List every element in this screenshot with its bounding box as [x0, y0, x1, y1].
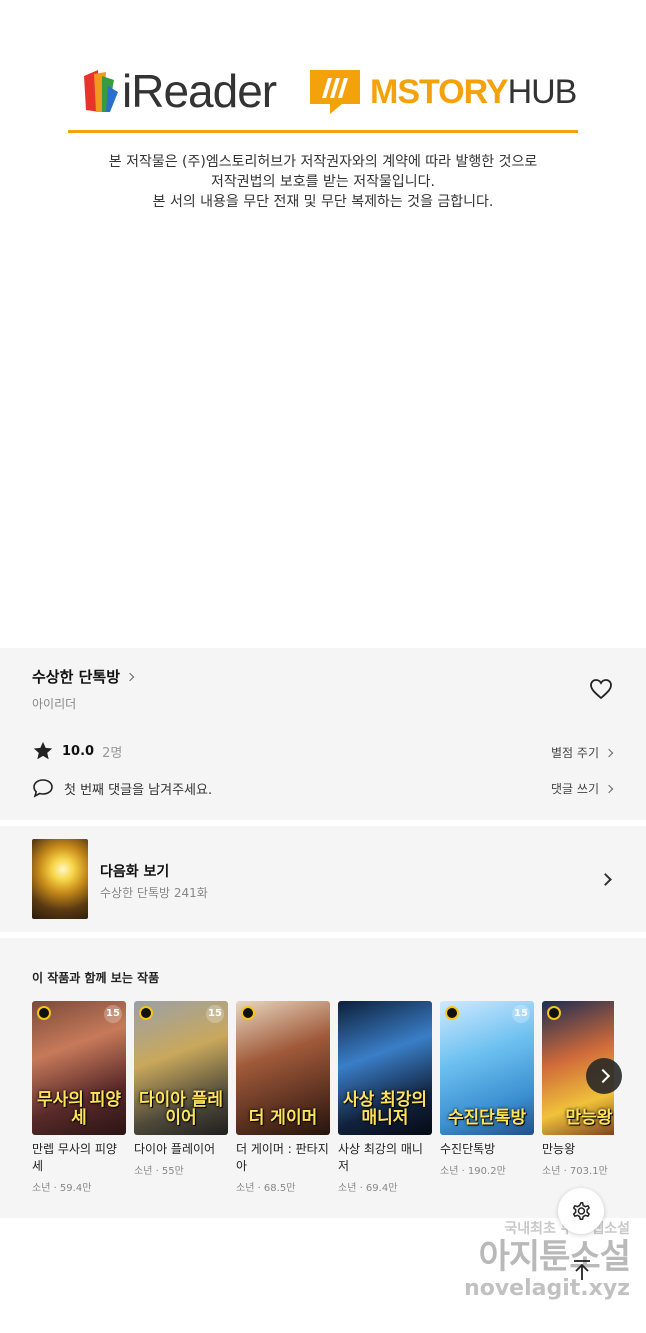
work-author: 아이리더	[32, 697, 77, 711]
work-title-link[interactable]: 수상한 단톡방	[32, 666, 135, 687]
recommendation-card[interactable]: 15 무사의 피양세 만렙 무사의 피양세 소년 · 59.4만	[32, 1001, 126, 1194]
card-meta: 소년 · 59.4만	[32, 1183, 92, 1194]
cover-image: 15 무사의 피양세	[32, 1001, 126, 1135]
rate-button-label: 별점 주기	[551, 746, 599, 760]
card-title: 다이아 플레이어	[134, 1142, 216, 1156]
clock-icon	[547, 1006, 561, 1020]
cover-title: 만능왕	[565, 1108, 613, 1128]
copyright-line: 본 저작물은 (주)엠스토리허브가 저작권자와의 계약에 따라 발행한 것으로	[108, 154, 538, 170]
age-badge: 15	[512, 1005, 530, 1023]
clock-icon	[139, 1006, 153, 1020]
work-info-section: 수상한 단톡방 아이리더 10.0 2명 별점 주기 첫 번째 댓글을 남겨주세…	[0, 648, 646, 820]
cover-image: 사상 최강의 매니저	[338, 1001, 432, 1135]
cover-image: 15 수진단톡방	[440, 1001, 534, 1135]
copyright-line: 저작권법의 보호를 받는 저작물입니다.	[211, 174, 435, 190]
mstoryhub-wordmark-a: MSTORY	[370, 72, 509, 111]
comment-icon	[33, 779, 53, 798]
copyright-line: 본 서의 내용을 무단 전재 및 무단 복제하는 것을 금합니다.	[152, 194, 494, 210]
cover-image: 더 게이머	[236, 1001, 330, 1135]
write-comment-button[interactable]: 댓글 쓰기	[551, 780, 614, 797]
watermark-line: novelagit.xyz	[464, 1276, 630, 1301]
mstoryhub-mark-icon	[310, 70, 360, 114]
rate-button[interactable]: 별점 주기	[551, 744, 614, 761]
carousel-next-button[interactable]	[586, 1058, 622, 1094]
write-comment-label: 댓글 쓰기	[551, 782, 599, 796]
rating-value: 10.0	[62, 743, 95, 759]
comment-prompt: 첫 번째 댓글을 남겨주세요.	[64, 782, 213, 798]
card-meta: 소년 · 703.1만	[542, 1166, 608, 1177]
cover-image: 15 다이아 플레이어	[134, 1001, 228, 1135]
comment-row: 첫 번째 댓글을 남겨주세요.	[32, 778, 212, 798]
recommendation-card[interactable]: 사상 최강의 매니저 사상 최강의 매니저 소년 · 69.4만	[338, 1001, 432, 1194]
age-badge: 15	[104, 1005, 122, 1023]
card-title: 만능왕	[542, 1142, 576, 1156]
watermark-line: 아지툰소설	[478, 1237, 631, 1277]
settings-icon	[572, 1202, 590, 1220]
age-badge: 15	[206, 1005, 224, 1023]
card-title: 수진단톡방	[440, 1142, 496, 1156]
card-meta: 소년 · 68.5만	[236, 1183, 296, 1194]
ireader-logo: iReader	[80, 64, 277, 118]
chevron-right-icon	[604, 748, 614, 757]
publisher-logos: iReader MSTORYHUB	[80, 62, 577, 120]
mstoryhub-wordmark-b: HUB	[507, 72, 578, 111]
scroll-top-button[interactable]	[568, 1256, 596, 1284]
rating-row: 10.0 2명	[32, 740, 122, 762]
next-episode-subtitle: 수상한 단톡방 241화	[100, 886, 208, 900]
ireader-wordmark: iReader	[122, 65, 277, 117]
star-icon	[33, 741, 53, 760]
cover-title: 다이아 플레이어	[138, 1090, 224, 1128]
card-title: 더 게이머 : 판타지아	[236, 1142, 329, 1173]
recommendation-card[interactable]: 더 게이머 더 게이머 : 판타지아 소년 · 68.5만	[236, 1001, 330, 1194]
cover-title: 무사의 피양세	[36, 1090, 122, 1128]
chevron-right-icon	[604, 784, 614, 793]
cover-title: 사상 최강의 매니저	[342, 1090, 428, 1128]
chevron-right-icon	[599, 873, 612, 886]
settings-button[interactable]	[558, 1188, 604, 1234]
copyright-notice: 본 저작물은 (주)엠스토리허브가 저작권자와의 계약에 따라 발행한 것으로 …	[0, 152, 646, 212]
card-meta: 소년 · 190.2만	[440, 1166, 506, 1177]
recommendations-carousel[interactable]: 15 무사의 피양세 만렙 무사의 피양세 소년 · 59.4만 15 다이아 …	[32, 1001, 614, 1211]
cover-title: 수진단톡방	[447, 1108, 527, 1128]
copyright-banner: iReader MSTORYHUB 본 저작물은 (주)엠스토리허브가 저작권자…	[0, 0, 646, 648]
recommendation-card[interactable]: 15 수진단톡방 수진단톡방 소년 · 190.2만	[440, 1001, 534, 1177]
ireader-book-icon	[84, 70, 118, 112]
rating-count: 2명	[102, 745, 123, 761]
recommendation-card[interactable]: 15 다이아 플레이어 다이아 플레이어 소년 · 55만	[134, 1001, 228, 1177]
scroll-top-icon	[574, 1260, 590, 1280]
divider	[68, 130, 578, 133]
work-title: 수상한 단톡방	[32, 668, 121, 686]
next-episode-thumbnail	[32, 839, 88, 919]
card-title: 만렙 무사의 피양세	[32, 1142, 117, 1173]
mstoryhub-wordmark: MSTORYHUB	[370, 72, 578, 112]
heart-icon[interactable]	[589, 678, 613, 700]
next-episode-card[interactable]: 다음화 보기 수상한 단톡방 241화	[0, 826, 646, 932]
card-meta: 소년 · 69.4만	[338, 1183, 398, 1194]
next-episode-title: 다음화 보기	[100, 864, 170, 880]
clock-icon	[445, 1006, 459, 1020]
clock-icon	[37, 1006, 51, 1020]
mstoryhub-logo: MSTORYHUB	[308, 68, 578, 116]
card-title: 사상 최강의 매니저	[338, 1142, 423, 1173]
chevron-right-icon	[125, 672, 135, 681]
recommendations-section: 이 작품과 함께 보는 작품 15 무사의 피양세 만렙 무사의 피양세 소년 …	[0, 938, 646, 1218]
cover-title: 더 게이머	[248, 1108, 318, 1128]
card-meta: 소년 · 55만	[134, 1166, 184, 1177]
watermark: 국내최초 무료 웹소설 아지툰소설 novelagit.xyz	[440, 1218, 631, 1301]
recommendations-heading: 이 작품과 함께 보는 작품	[32, 971, 160, 985]
clock-icon	[241, 1006, 255, 1020]
